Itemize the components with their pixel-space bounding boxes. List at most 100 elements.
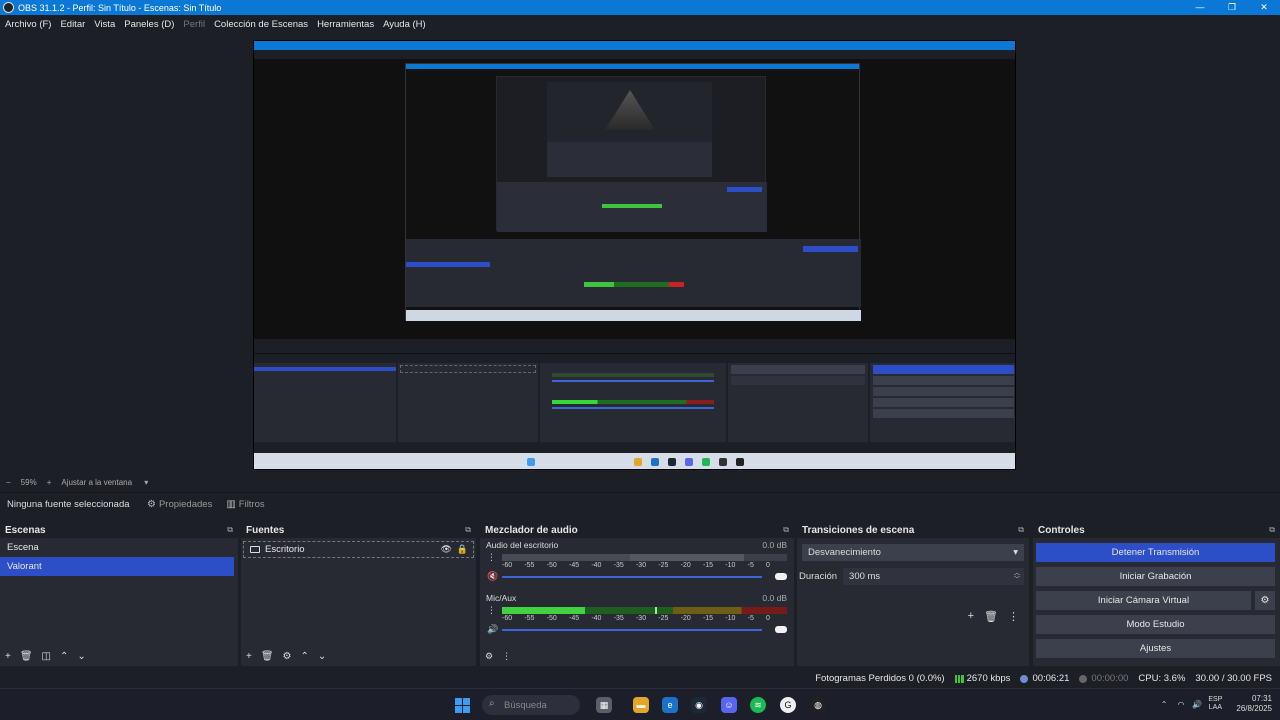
transitions-dock: Transiciones de escena ⧉ Desvanecimiento ▾… (797, 522, 1029, 666)
lang-secondary: LAA (1208, 704, 1223, 711)
visibility-eye-icon[interactable]: 👁 (441, 544, 452, 555)
remove-transition-icon[interactable]: 🗑 (984, 610, 998, 623)
close-button[interactable]: ✕ (1248, 0, 1280, 15)
virtual-camera-settings-gear-icon[interactable]: ⚙ (1255, 591, 1275, 610)
filters-button[interactable]: ▥ Filtros (226, 499, 264, 510)
source-settings-icon[interactable]: ⚙ (283, 651, 292, 662)
transition-select[interactable]: Desvanecimiento ▾ (802, 544, 1024, 561)
windows-start-icon[interactable] (455, 698, 470, 713)
menu-help[interactable]: Ayuda (H) (383, 19, 426, 30)
move-down-icon[interactable]: ⌄ (77, 651, 85, 662)
volume-meter (502, 607, 787, 614)
zoom-in-button[interactable]: + (47, 478, 52, 487)
audio-settings-icon[interactable]: ⚙ (485, 651, 493, 662)
volume-slider-handle[interactable] (775, 573, 787, 580)
undock-icon[interactable]: ⧉ (465, 525, 471, 535)
volume-slider-handle[interactable] (775, 626, 787, 633)
volume-icon[interactable]: 🔊 (1192, 700, 1202, 709)
chevron-down-icon: ▾ (1013, 547, 1018, 558)
menu-docks[interactable]: Paneles (D) (124, 19, 174, 30)
add-transition-icon[interactable]: + (968, 610, 974, 623)
status-bar: Fotogramas Perdidos 0 (0.0%) 2670 kbps 0… (0, 669, 1280, 688)
undock-icon[interactable]: ⧉ (1269, 525, 1275, 535)
source-item-escritorio[interactable]: Escritorio 👁 🔒 (243, 541, 474, 558)
zoom-out-button[interactable]: − (6, 478, 11, 487)
remove-source-icon[interactable]: 🗑 (261, 651, 274, 662)
widgets-icon[interactable]: ▦ (596, 697, 612, 713)
channel-name: Mic/Aux (486, 593, 517, 603)
menu-scene-collection[interactable]: Colección de Escenas (214, 19, 308, 30)
scene-filters-icon[interactable]: ◫ (42, 651, 51, 662)
undock-icon[interactable]: ⧉ (1018, 525, 1024, 535)
meter-tick-label: -40 (591, 562, 602, 569)
search-icon: ⌕ (489, 698, 495, 709)
volume-slider[interactable] (502, 576, 762, 578)
spinner-icon[interactable]: ︿ ﹀ (1014, 571, 1020, 583)
spotify-icon[interactable]: ≋ (750, 697, 766, 713)
settings-button[interactable]: Ajustes (1036, 639, 1275, 658)
start-virtual-camera-button[interactable]: Iniciar Cámara Virtual (1036, 591, 1251, 610)
menu-edit[interactable]: Editar (60, 19, 85, 30)
record-time: 00:00:00 (1091, 673, 1129, 684)
wifi-icon[interactable]: ◠ (1177, 700, 1184, 709)
bitrate-value: 2670 kbps (966, 673, 1011, 684)
properties-button[interactable]: ⚙ Propiedades (147, 499, 212, 510)
obs-taskbar-icon[interactable]: ◍ (810, 697, 826, 713)
kebab-menu-icon[interactable]: ⋮ (487, 606, 496, 615)
meter-tick-label: -35 (613, 562, 624, 569)
scene-item-valorant[interactable]: Valorant (0, 557, 234, 576)
move-up-icon[interactable]: ⌃ (60, 651, 68, 662)
taskbar-clock[interactable]: 07:31 26/8/2025 (1236, 694, 1272, 714)
undock-icon[interactable]: ⧉ (783, 525, 789, 535)
lock-icon[interactable]: 🔒 (457, 544, 468, 555)
move-down-icon[interactable]: ⌄ (318, 651, 326, 662)
input-language[interactable]: ESP LAA (1208, 696, 1222, 712)
menu-view[interactable]: Vista (94, 19, 115, 30)
filter-icon: ▥ (226, 499, 236, 510)
menu-profile[interactable]: Perfil (183, 19, 205, 30)
zoom-bar: − 59% + Ajustar a la ventana ▾ (0, 475, 1280, 489)
studio-mode-button[interactable]: Modo Estudio (1036, 615, 1275, 634)
meter-tick-label: -10 (725, 562, 736, 569)
clock-time: 07:31 (1251, 694, 1272, 703)
speaker-icon[interactable]: 🔊 (487, 624, 498, 635)
obs-app-icon (3, 2, 14, 13)
scenes-title: Escenas (5, 524, 46, 536)
add-scene-icon[interactable]: + (5, 651, 11, 662)
scene-item-escena[interactable]: Escena (0, 538, 234, 557)
maximize-button[interactable]: ❐ (1216, 0, 1248, 15)
volume-slider[interactable] (502, 629, 762, 631)
remove-scene-icon[interactable]: 🗑 (20, 651, 33, 662)
kebab-menu-icon[interactable]: ⋮ (487, 553, 496, 562)
meter-tick-label: -25 (658, 615, 669, 622)
meter-tick-label: -20 (680, 562, 691, 569)
muted-speaker-icon[interactable]: 🔇 (487, 571, 498, 582)
stop-streaming-button[interactable]: Detener Transmisión (1036, 543, 1275, 562)
source-toolbar: Ninguna fuente seleccionada ⚙ Propiedades… (0, 492, 1280, 516)
mixer-menu-icon[interactable]: ⋮ (502, 651, 511, 662)
tray-overflow-icon[interactable]: ⌃ (1161, 700, 1168, 709)
duration-input[interactable]: 300 ms ︿ ﹀ (843, 568, 1024, 585)
undock-icon[interactable]: ⧉ (227, 525, 233, 535)
edge-browser-icon[interactable]: e (662, 697, 678, 713)
channel-db: 0.0 dB (762, 593, 787, 603)
minimize-button[interactable]: — (1184, 0, 1216, 15)
program-preview[interactable] (253, 40, 1016, 470)
bitrate-indicator: 2670 kbps (954, 673, 1011, 684)
move-up-icon[interactable]: ⌃ (301, 651, 309, 662)
clock-date: 26/8/2025 (1236, 704, 1272, 713)
menu-file[interactable]: Archivo (F) (5, 19, 51, 30)
transition-menu-icon[interactable]: ⋮ (1008, 610, 1019, 623)
mixer-title: Mezclador de audio (485, 524, 578, 536)
zoom-fit-dropdown[interactable]: Ajustar a la ventana ▾ (61, 478, 148, 487)
cpu-usage: CPU: 3.6% (1138, 673, 1186, 684)
add-source-icon[interactable]: + (246, 651, 252, 662)
steam-icon[interactable]: ◉ (691, 697, 707, 713)
chrome-icon[interactable]: G (780, 697, 796, 713)
taskbar-search[interactable]: ⌕ Búsqueda (482, 695, 580, 715)
discord-icon[interactable]: ☺ (721, 697, 737, 713)
file-explorer-icon[interactable]: ▬ (633, 697, 649, 713)
menu-tools[interactable]: Herramientas (317, 19, 374, 30)
start-recording-button[interactable]: Iniciar Grabación (1036, 567, 1275, 586)
stream-status-icon (1020, 674, 1029, 683)
